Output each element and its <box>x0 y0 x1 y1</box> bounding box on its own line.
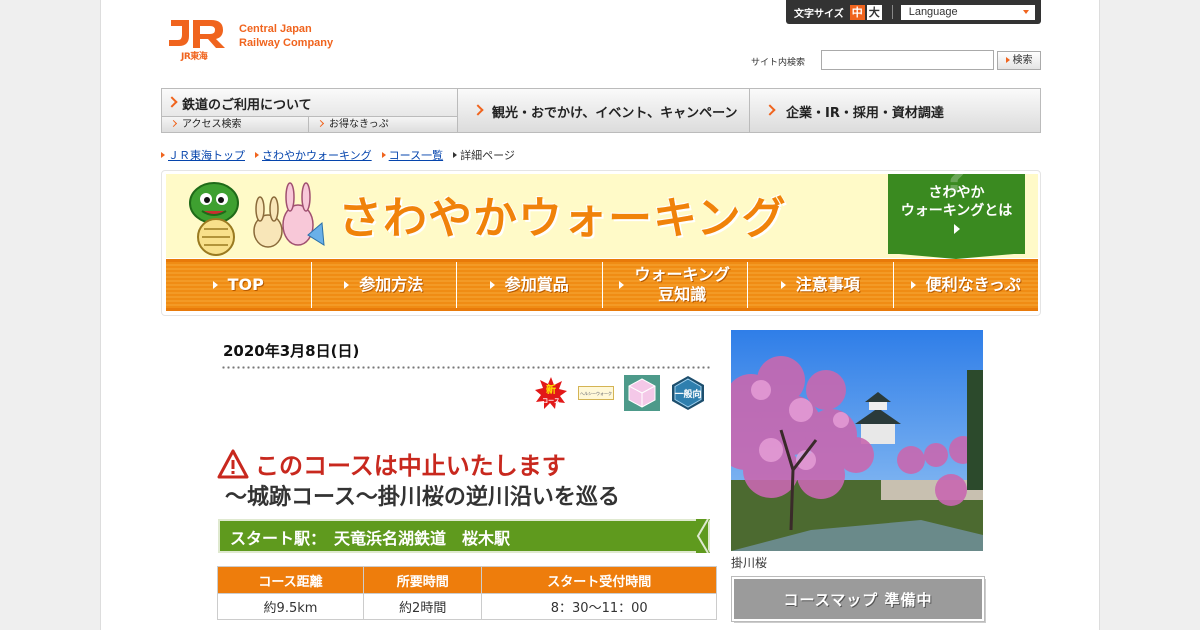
mascot-illustration <box>189 182 325 256</box>
table-row: 約9.5km 約2時間 8：30～11：00 <box>217 593 717 620</box>
walking-nav-tickets[interactable]: 便利なきっぷ <box>894 262 1039 308</box>
play-arrow-icon <box>489 281 495 289</box>
font-size-large-button[interactable]: 大 <box>866 4 882 20</box>
walking-nav-tips-label: ウォーキング 豆知識 <box>634 265 731 304</box>
kakegawa-sakura-photo <box>731 330 983 551</box>
utility-divider <box>891 5 893 19</box>
chevron-down-icon <box>1022 9 1029 14</box>
breadcrumb-item: コース一覧 <box>382 147 443 163</box>
breadcrumb-link-course-list[interactable]: コース一覧 <box>389 147 443 163</box>
gnav-discount-tickets[interactable]: お得なきっぷ <box>309 116 458 132</box>
breadcrumb-link-walking[interactable]: さわやかウォーキング <box>262 147 372 163</box>
chevron-right-icon <box>472 104 484 116</box>
photo-caption: 掛川桜 <box>731 556 768 570</box>
general-badge-text: 一般向 <box>674 388 701 400</box>
gnav-sightseeing[interactable]: 観光・おでかけ、イベント、キャンペーン <box>458 89 750 132</box>
warning-icon <box>217 449 249 478</box>
chevron-right-icon <box>764 104 776 116</box>
language-select[interactable]: Language <box>900 4 1035 20</box>
walking-nav-how-to-join[interactable]: 参加方法 <box>312 262 457 308</box>
walking-nav-notes[interactable]: 注意事項 <box>748 262 894 308</box>
company-name: Central Japan Railway Company <box>239 22 333 50</box>
play-arrow-icon <box>619 281 625 289</box>
start-station-text: スタート駅： 天竜浜名湖鉄道 桜木駅 <box>230 529 511 548</box>
general-level-badge-icon: 一般向 <box>670 375 706 411</box>
course-badges: 新 コース ヘルシーウォーク 一般向 <box>534 375 706 411</box>
course-duration: 約2時間 <box>362 593 483 620</box>
walking-nav: TOP 参加方法 参加賞品 ウォーキング 豆知識 注意事項 便利なきっぷ <box>166 259 1038 311</box>
walking-header: さわやかウォーキング ? さわやか ウォーキングとは <box>166 159 1038 259</box>
arrow-right-icon <box>1005 57 1010 63</box>
question-mark-icon: ? <box>943 156 967 202</box>
gnav-discount-tickets-label: お得なきっぷ <box>329 119 389 130</box>
site-search-button[interactable]: 検索 <box>997 51 1041 70</box>
table-header-cell: コース距離 <box>217 566 364 594</box>
walking-nav-tickets-label: 便利なきっぷ <box>925 275 1021 294</box>
table-header-cell: 所要時間 <box>362 566 483 594</box>
utility-bar: 文字サイズ 中 大 Language <box>786 0 1041 24</box>
new-badge-bottom-text: コース <box>542 398 560 405</box>
start-station-banner: スタート駅： 天竜浜名湖鉄道 桜木駅 <box>218 519 716 553</box>
course-title: ～城跡コース～掛川桜の逆川沿いを巡る <box>225 485 620 510</box>
gnav-sightseeing-label: 観光・おでかけ、イベント、キャンペーン <box>492 106 738 121</box>
event-date: 2020年3月8日(日) <box>223 342 360 360</box>
site-search-button-label: 検索 <box>1012 55 1033 66</box>
site-search-input[interactable] <box>821 50 994 70</box>
play-arrow-icon <box>212 281 218 289</box>
walking-nav-prizes-label: 参加賞品 <box>504 275 569 294</box>
jr-logo-mark-icon: JR東海 <box>167 18 227 62</box>
table-header-row: コース距離 所要時間 スタート受付時間 <box>217 566 717 594</box>
font-size-medium-button[interactable]: 中 <box>849 4 865 20</box>
special-badge-icon <box>624 375 660 411</box>
jr-tokai-sublabel: JR東海 <box>181 52 208 62</box>
chevron-right-icon <box>169 119 178 128</box>
chevron-right-icon <box>166 96 178 108</box>
breadcrumb-current: 詳細ページ <box>453 147 515 163</box>
cancel-notice: このコースは中止いたします <box>217 446 566 481</box>
global-nav: 鉄道のご利用について アクセス検索 お得なきっぷ 観光・おでかけ、イベント、キャ… <box>161 88 1041 133</box>
walking-nav-tips[interactable]: ウォーキング 豆知識 <box>603 262 748 308</box>
font-size-label: 文字サイズ <box>794 8 844 20</box>
course-distance: 約9.5km <box>217 593 364 620</box>
company-name-line1: Central Japan <box>239 23 312 35</box>
gnav-rail-usage-label: 鉄道のご利用について <box>182 98 312 113</box>
play-arrow-icon <box>953 224 960 234</box>
new-course-badge-icon: 新 コース <box>534 376 568 410</box>
walking-nav-top-label: TOP <box>227 275 264 294</box>
chevron-right-icon <box>316 119 325 128</box>
walking-nav-how-to-join-label: 参加方法 <box>359 275 424 294</box>
walking-nav-notes-label: 注意事項 <box>795 275 860 294</box>
walking-banner: さわやかウォーキング ? さわやか ウォーキングとは TOP 参加方法 参加賞品… <box>161 159 1041 316</box>
banner-arrow-tip-icon <box>696 519 710 553</box>
walking-nav-prizes[interactable]: 参加賞品 <box>457 262 603 308</box>
about-walking-line2: ウォーキングとは <box>900 203 1013 219</box>
company-name-line2: Railway Company <box>239 37 334 49</box>
cancel-notice-text: このコースは中止いたします <box>255 452 566 480</box>
course-map-button[interactable]: コースマップ 準備中 <box>732 577 984 621</box>
gnav-access-search-label: アクセス検索 <box>182 119 242 130</box>
table-header-cell: スタート受付時間 <box>481 566 717 594</box>
gnav-corporate[interactable]: 企業・IR・採用・資材調達 <box>750 89 1040 132</box>
breadcrumb: ＪＲ東海トップ さわやかウォーキング コース一覧 詳細ページ <box>161 147 525 163</box>
breadcrumb-item: ＪＲ東海トップ <box>161 147 245 163</box>
play-arrow-icon <box>344 281 350 289</box>
gnav-access-search[interactable]: アクセス検索 <box>162 116 309 132</box>
start-reception-time: 8：30～11：00 <box>481 593 717 620</box>
play-arrow-icon <box>780 281 786 289</box>
page: JR東海 Central Japan Railway Company 文字サイズ… <box>100 0 1100 630</box>
walking-nav-top[interactable]: TOP <box>166 262 312 308</box>
course-info-table: コース距離 所要時間 スタート受付時間 約9.5km 約2時間 8：30～11：… <box>217 566 717 620</box>
language-select-value: Language <box>908 5 958 18</box>
play-arrow-icon <box>910 281 916 289</box>
breadcrumb-link-jr-top[interactable]: ＪＲ東海トップ <box>168 147 245 163</box>
new-badge-top-text: 新 <box>546 383 556 396</box>
about-walking-button[interactable]: ? さわやか ウォーキングとは <box>888 159 1025 259</box>
site-search-label: サイト内検索 <box>751 58 806 68</box>
walking-title: さわやかウォーキング <box>338 193 787 244</box>
breadcrumb-item: さわやかウォーキング <box>255 147 372 163</box>
gnav-corporate-label: 企業・IR・採用・資材調達 <box>786 106 944 121</box>
healthy-walk-badge-icon: ヘルシーウォーク <box>578 386 614 400</box>
dotted-divider <box>221 366 711 369</box>
jr-central-logo[interactable]: JR東海 Central Japan Railway Company <box>167 18 333 62</box>
